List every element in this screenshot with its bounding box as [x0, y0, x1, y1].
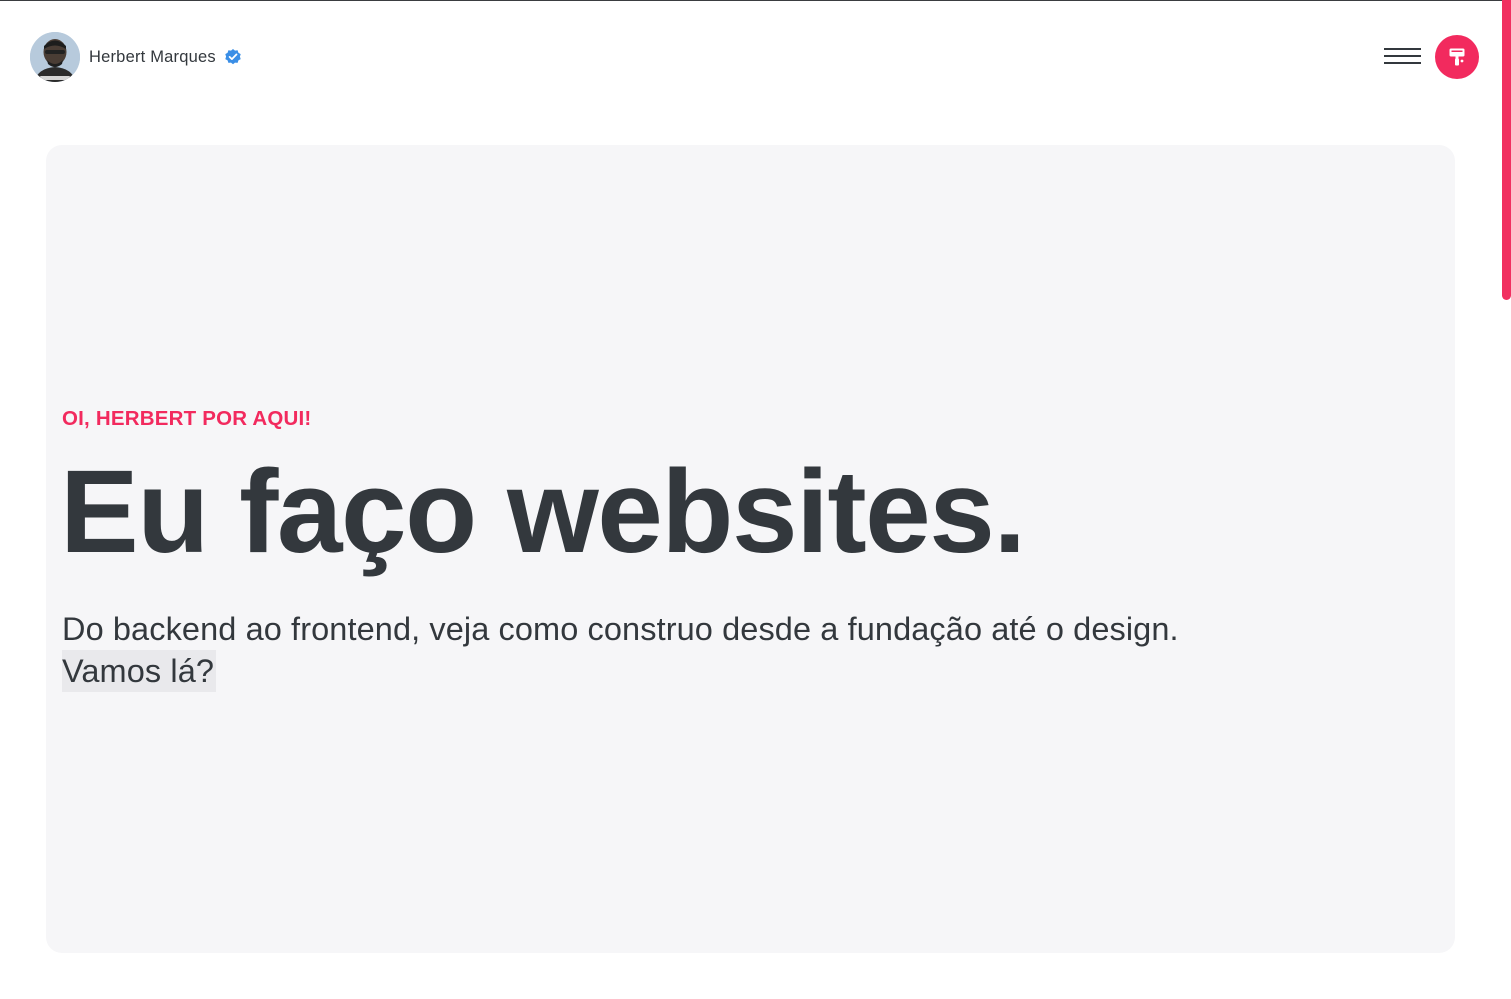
hamburger-menu-line — [1384, 55, 1421, 57]
brand-name: Herbert Marques — [89, 47, 216, 66]
paint-roller-icon — [1449, 48, 1465, 66]
cta-link[interactable]: Vamos lá? — [62, 650, 217, 692]
scrollbar-thumb[interactable] — [1502, 0, 1511, 300]
hero-headline: Eu faço websites. — [60, 446, 1026, 578]
brand-link[interactable]: Herbert Marques — [30, 32, 242, 82]
site-header: Herbert Marques — [0, 0, 1511, 112]
hero-lede-text: Do backend ao frontend, veja como constr… — [62, 611, 1179, 647]
hamburger-menu-icon — [1384, 48, 1421, 50]
person-portrait-avatar-icon — [30, 32, 80, 82]
avatar — [30, 32, 80, 82]
hero-section: OI, HERBERT POR AQUI! Eu faço websites. … — [46, 145, 1455, 953]
hero-lede: Do backend ao frontend, veja como constr… — [62, 608, 1322, 692]
verified-badge-icon — [224, 48, 242, 66]
theme-button[interactable] — [1435, 35, 1479, 79]
hamburger-menu-line — [1384, 62, 1421, 64]
hero-kicker: OI, HERBERT POR AQUI! — [62, 407, 312, 430]
menu-button[interactable] — [1384, 44, 1421, 68]
